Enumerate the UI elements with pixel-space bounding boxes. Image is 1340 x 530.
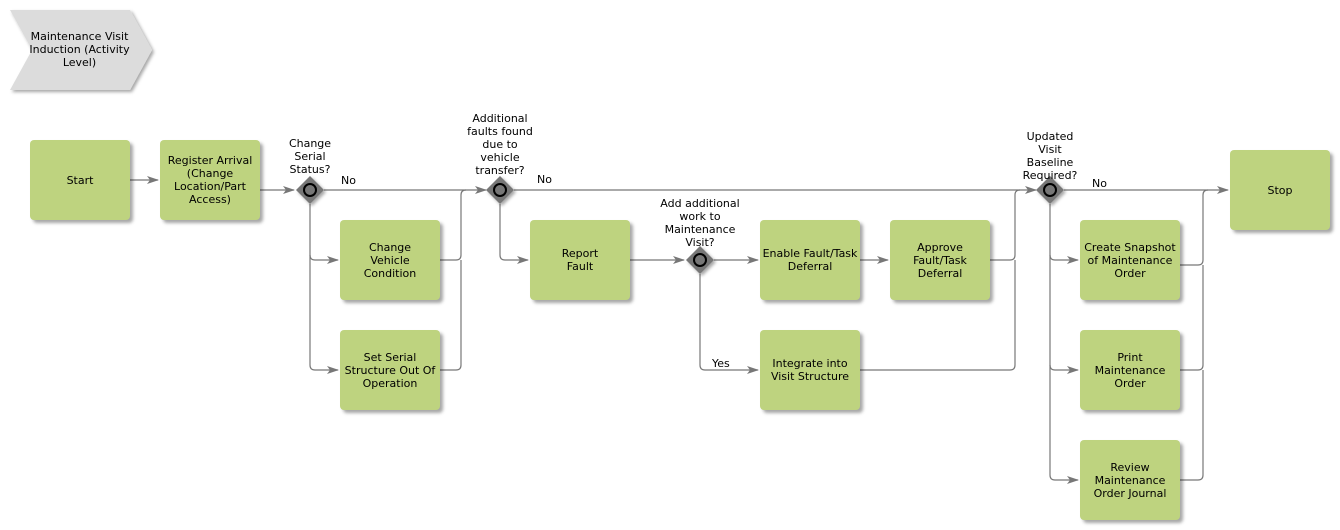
task-register-arrival[interactable]: Register Arrival (Change Location/Part A… (160, 140, 260, 220)
flow-label-g3-yes: Yes (712, 357, 730, 370)
flow-print-merge (1180, 265, 1204, 371)
task-label: Integrate into Visit Structure (770, 357, 850, 383)
task-start[interactable]: Start (30, 140, 130, 220)
task-approve-deferral[interactable]: Approve Fault/Task Deferral (890, 220, 990, 300)
task-label: Review Maintenance Order Journal (1093, 460, 1167, 500)
flow-label-g2-no: No (537, 173, 552, 186)
gateway-diamond-icon (296, 176, 324, 204)
task-set-serial-structure[interactable]: Set Serial Structure Out Of Operation (340, 330, 440, 410)
task-label: Print Maintenance Order (1094, 350, 1166, 390)
gateway-change-serial-status[interactable] (296, 176, 324, 204)
task-label: Change Vehicle Condition (363, 240, 417, 280)
flow-g2-report (499, 204, 529, 264)
task-label: Report Fault (561, 247, 599, 273)
task-report-fault[interactable]: Report Fault (530, 220, 630, 300)
task-integrate-visit[interactable]: Integrate into Visit Structure (760, 330, 860, 410)
gateway-additional-faults[interactable] (486, 176, 514, 204)
task-label: Enable Fault/Task Deferral (762, 247, 858, 273)
flow-g4-branch (1049, 204, 1079, 484)
process-title: Maintenance Visit Induction (Activity Le… (29, 30, 130, 69)
flow-g4-snapshot (1049, 254, 1079, 264)
flow-approve-merge (990, 189, 1021, 261)
gateway-label-additional-faults: Additional faults found due to vehicle t… (467, 112, 533, 177)
task-stop[interactable]: Stop (1230, 150, 1330, 230)
flow-g1-cvc (309, 254, 339, 264)
flow-g1-branch (309, 204, 339, 374)
flow-sso-merge (440, 260, 462, 371)
task-review-journal[interactable]: Review Maintenance Order Journal (1080, 440, 1180, 520)
gateway-label-change-serial-status: Change Serial Status? (288, 137, 332, 176)
flow-review-merge (1180, 370, 1204, 481)
task-print-order[interactable]: Print Maintenance Order (1080, 330, 1180, 410)
gateway-diamond-icon (686, 246, 714, 274)
flow-g4-print (1049, 364, 1079, 374)
task-enable-deferral[interactable]: Enable Fault/Task Deferral (760, 220, 860, 300)
task-label: Set Serial Structure Out Of Operation (344, 350, 436, 390)
task-label: Approve Fault/Task Deferral (913, 240, 967, 280)
gateway-diamond-icon (486, 176, 514, 204)
task-change-vehicle-condition[interactable]: Change Vehicle Condition (340, 220, 440, 300)
flow-cvc-merge (440, 189, 467, 261)
flow-label-g4-no: No (1092, 177, 1107, 190)
task-label: Create Snapshot of Maintenance Order (1084, 240, 1176, 280)
task-label: Start (66, 173, 94, 187)
task-create-snapshot[interactable]: Create Snapshot of Maintenance Order (1080, 220, 1180, 300)
gateway-label-add-work: Add additional work to Maintenance Visit… (660, 197, 740, 249)
task-label: Register Arrival (Change Location/Part A… (167, 154, 253, 206)
flow-snapshot-merge (1180, 189, 1209, 266)
flow-label-g1-no: No (341, 174, 356, 187)
gateway-add-work[interactable] (686, 246, 714, 274)
gateway-label-updated-baseline: Updated Visit Baseline Required? (1022, 130, 1078, 182)
task-label: Stop (1267, 183, 1293, 197)
flow-g3-yes (699, 274, 759, 374)
